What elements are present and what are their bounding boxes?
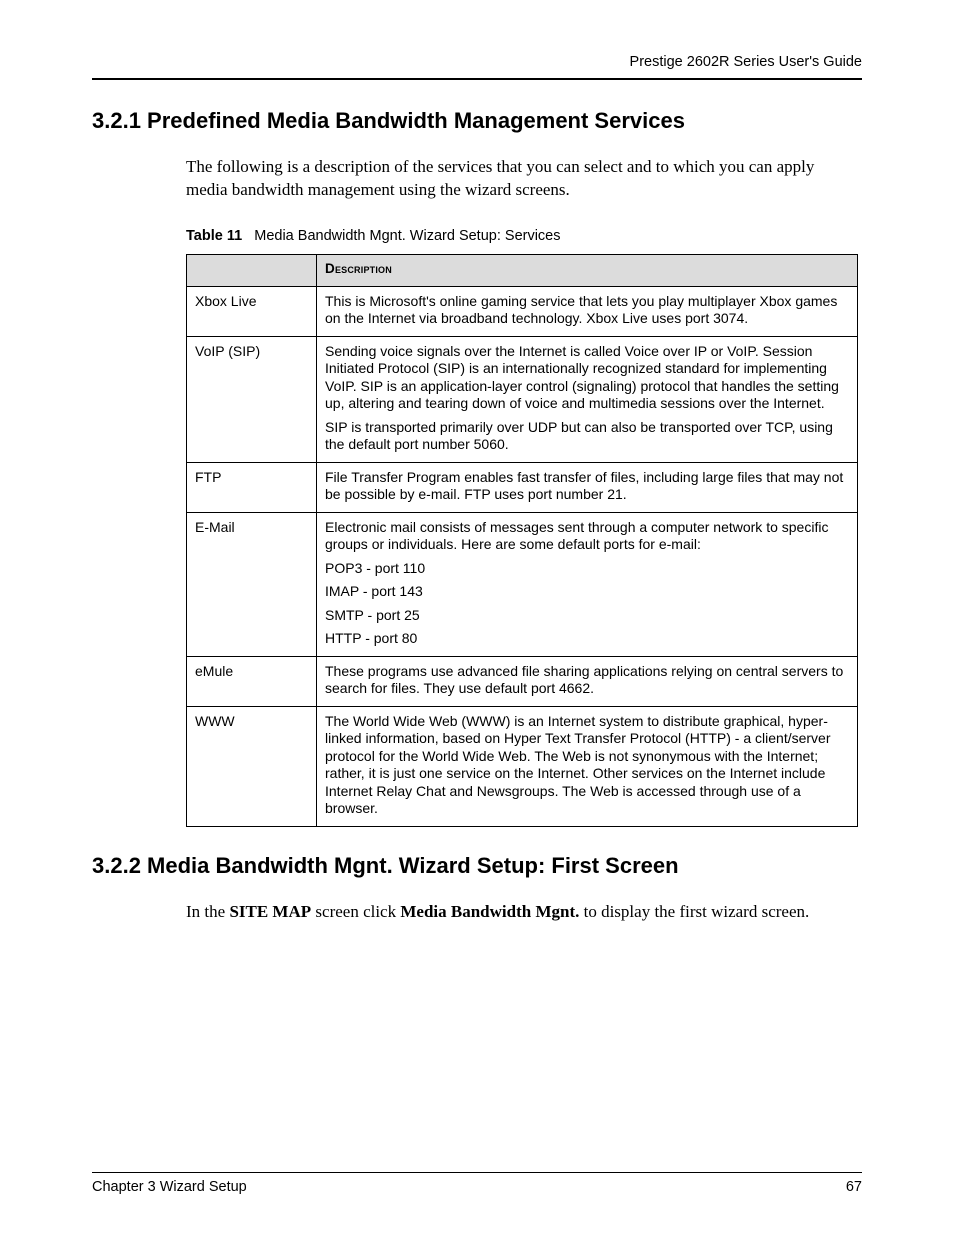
desc-line: IMAP - port 143 (325, 583, 849, 601)
footer-chapter: Chapter 3 Wizard Setup (92, 1179, 247, 1195)
footer-page-number: 67 (846, 1179, 862, 1195)
table-11-label: Table 11 (186, 228, 242, 244)
desc-line: The World Wide Web (WWW) is an Internet … (325, 713, 849, 818)
table-11-caption: Table 11 Media Bandwidth Mgnt. Wizard Se… (186, 228, 858, 244)
service-name: WWW (187, 706, 317, 826)
section-3-2-2-heading: 3.2.2 Media Bandwidth Mgnt. Wizard Setup… (92, 853, 862, 879)
para-text: to display the first wizard screen. (579, 902, 809, 921)
header-rule (92, 78, 862, 80)
table-row: WWW The World Wide Web (WWW) is an Inter… (187, 706, 858, 826)
service-name: E-Mail (187, 512, 317, 656)
service-description: Electronic mail consists of messages sen… (317, 512, 858, 656)
section-3-2-1-paragraph: The following is a description of the se… (186, 156, 858, 202)
page-footer: Chapter 3 Wizard Setup 67 (92, 1172, 862, 1195)
table-row: Xbox Live This is Microsoft's online gam… (187, 286, 858, 336)
desc-line: HTTP - port 80 (325, 630, 849, 648)
section-3-2-1-heading: 3.2.1 Predefined Media Bandwidth Managem… (92, 108, 862, 134)
table-row: FTP File Transfer Program enables fast t… (187, 462, 858, 512)
section-3-2-2-paragraph: In the SITE MAP screen click Media Bandw… (186, 901, 858, 924)
service-description: File Transfer Program enables fast trans… (317, 462, 858, 512)
desc-line: File Transfer Program enables fast trans… (325, 469, 849, 504)
service-name: Xbox Live (187, 286, 317, 336)
table-header-name (187, 254, 317, 286)
page: Prestige 2602R Series User's Guide 3.2.1… (0, 0, 954, 1235)
table-header-description: Description (317, 254, 858, 286)
footer-rule (92, 1172, 862, 1173)
section-3-2-1-body: The following is a description of the se… (186, 156, 858, 827)
para-bold-media: Media Bandwidth Mgnt. (400, 902, 579, 921)
running-head: Prestige 2602R Series User's Guide (92, 54, 862, 78)
table-row: VoIP (SIP) Sending voice signals over th… (187, 336, 858, 462)
desc-line: These programs use advanced file sharing… (325, 663, 849, 698)
service-description: Sending voice signals over the Internet … (317, 336, 858, 462)
services-table: Description Xbox Live This is Microsoft'… (186, 254, 858, 827)
service-name: eMule (187, 656, 317, 706)
service-description: This is Microsoft's online gaming servic… (317, 286, 858, 336)
service-description: These programs use advanced file sharing… (317, 656, 858, 706)
table-11-title: Media Bandwidth Mgnt. Wizard Setup: Serv… (254, 228, 560, 244)
para-text: In the (186, 902, 229, 921)
table-row: E-Mail Electronic mail consists of messa… (187, 512, 858, 656)
desc-line: Sending voice signals over the Internet … (325, 343, 849, 413)
table-header-row: Description (187, 254, 858, 286)
service-name: VoIP (SIP) (187, 336, 317, 462)
desc-line: This is Microsoft's online gaming servic… (325, 293, 849, 328)
table-row: eMule These programs use advanced file s… (187, 656, 858, 706)
desc-line: POP3 - port 110 (325, 560, 849, 578)
service-name: FTP (187, 462, 317, 512)
desc-line: SIP is transported primarily over UDP bu… (325, 419, 849, 454)
section-3-2-2-body: In the SITE MAP screen click Media Bandw… (186, 901, 858, 924)
desc-line: Electronic mail consists of messages sen… (325, 519, 849, 554)
desc-line: SMTP - port 25 (325, 607, 849, 625)
para-text: screen click (311, 902, 400, 921)
para-bold-sitemap: SITE MAP (229, 902, 311, 921)
service-description: The World Wide Web (WWW) is an Internet … (317, 706, 858, 826)
